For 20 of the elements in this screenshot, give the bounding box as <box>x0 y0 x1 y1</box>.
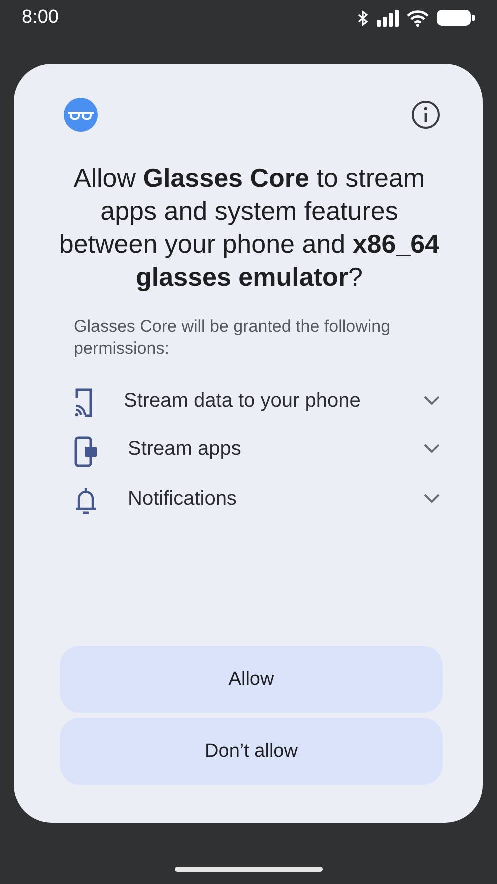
status-time: 8:00 <box>22 7 59 29</box>
info-icon[interactable] <box>411 100 441 130</box>
allow-button[interactable]: Allow <box>60 646 443 713</box>
dialog-subtitle: Glasses Core will be granted the following permissions: <box>73 316 392 360</box>
phone-cast-icon <box>74 388 94 418</box>
bell-icon <box>74 486 98 516</box>
bluetooth-icon <box>358 10 369 26</box>
dialog-title: Allow Glasses Core to stream apps and system features between your phone and x86_64 glasses emulator? <box>58 162 441 294</box>
glasses-app-icon <box>64 98 98 132</box>
phone-apps-icon <box>74 436 98 468</box>
signal-icon <box>377 10 399 26</box>
chevron-icon[interactable] <box>423 394 441 406</box>
chevron-icon[interactable] <box>423 442 441 454</box>
permission-label: Notifications <box>128 487 238 512</box>
chevron-icon[interactable] <box>423 492 441 504</box>
permission-label: Stream data to your phone <box>124 389 362 414</box>
permission-label: Stream apps <box>128 437 242 462</box>
deny-button[interactable]: Don’t allow <box>60 718 443 785</box>
battery-icon <box>437 9 475 27</box>
wifi-icon <box>407 10 429 26</box>
